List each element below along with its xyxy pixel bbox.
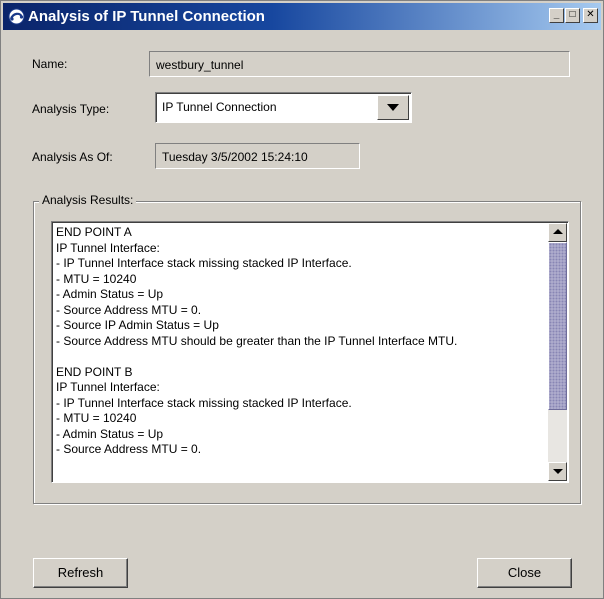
close-button[interactable]: Close xyxy=(477,558,572,588)
result-line: - MTU = 10240 xyxy=(56,411,137,425)
analysis-as-of-field: Tuesday 3/5/2002 15:24:10 xyxy=(155,143,360,169)
results-text: END POINT A IP Tunnel Interface: - IP Tunn… xyxy=(56,225,546,458)
analysis-type-select[interactable]: IP Tunnel Connection xyxy=(155,92,412,123)
result-line: END POINT B xyxy=(56,364,133,379)
name-value: westbury_tunnel xyxy=(156,58,244,72)
result-line: - Source IP Admin Status = Up xyxy=(56,318,219,332)
app-icon xyxy=(8,8,25,25)
name-label: Name: xyxy=(32,57,68,71)
analysis-window: Analysis of IP Tunnel Connection _ □ ✕ N… xyxy=(0,0,604,599)
close-icon: ✕ xyxy=(586,9,595,20)
vertical-scrollbar[interactable] xyxy=(548,223,567,481)
analysis-type-label: Analysis Type: xyxy=(32,102,110,116)
result-line: - IP Tunnel Interface stack missing stac… xyxy=(56,256,352,270)
minimize-icon: _ xyxy=(553,9,560,20)
result-line: - MTU = 10240 xyxy=(56,271,137,286)
dropdown-arrow-icon[interactable] xyxy=(377,95,409,120)
result-line: - IP Tunnel Interface stack missing stac… xyxy=(56,395,352,410)
result-line: IP Tunnel Interface: xyxy=(56,380,160,394)
close-window-button[interactable]: ✕ xyxy=(583,8,598,23)
maximize-icon: □ xyxy=(569,9,576,20)
result-line: - Source Address MTU should be greater t… xyxy=(56,333,458,348)
scroll-up-icon[interactable] xyxy=(548,223,567,242)
scroll-down-icon[interactable] xyxy=(548,462,567,481)
result-line: - Admin Status = Up xyxy=(56,426,164,441)
maximize-button[interactable]: □ xyxy=(565,8,580,23)
result-line: IP Tunnel Interface: xyxy=(56,240,160,255)
minimize-button[interactable]: _ xyxy=(549,8,564,23)
refresh-button[interactable]: Refresh xyxy=(33,558,128,588)
title-bar[interactable]: Analysis of IP Tunnel Connection _ □ ✕ xyxy=(3,3,601,30)
analysis-type-value: IP Tunnel Connection xyxy=(162,100,277,114)
result-line: END POINT A xyxy=(56,225,132,239)
scroll-thumb[interactable] xyxy=(548,242,567,410)
analysis-as-of-value: Tuesday 3/5/2002 15:24:10 xyxy=(162,150,308,164)
analysis-as-of-label: Analysis As Of: xyxy=(32,150,113,164)
result-line xyxy=(56,349,546,365)
analysis-results-textarea[interactable]: END POINT A IP Tunnel Interface: - IP Tunn… xyxy=(51,221,569,483)
result-line: - Source Address MTU = 0. xyxy=(56,442,202,456)
window-title: Analysis of IP Tunnel Connection xyxy=(28,8,265,25)
name-field: westbury_tunnel xyxy=(149,51,570,77)
result-line: - Admin Status = Up xyxy=(56,287,164,301)
result-line: - Source Address MTU = 0. xyxy=(56,302,202,317)
analysis-results-label: Analysis Results: xyxy=(39,193,137,207)
